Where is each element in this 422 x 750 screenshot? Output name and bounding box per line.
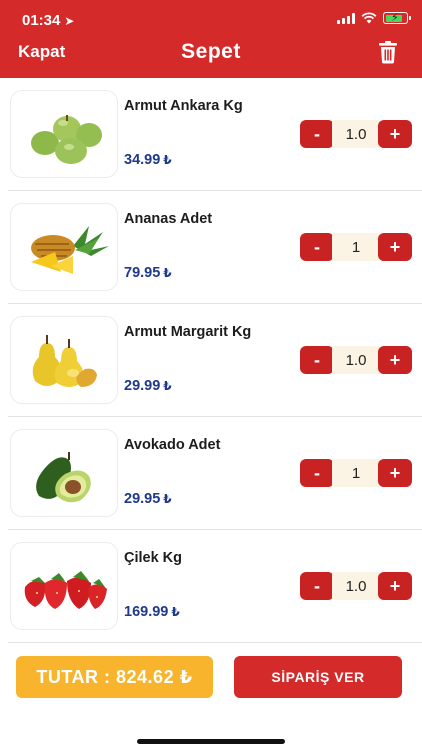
decrease-button[interactable]: - — [300, 459, 334, 487]
quantity-value: 1 — [332, 233, 380, 261]
status-indicators: ⚡ — [337, 12, 411, 24]
cellular-signal-icon — [337, 12, 355, 24]
increase-button[interactable]: + — [378, 459, 412, 487]
product-image-green-pears — [10, 90, 118, 178]
quantity-value: 1 — [332, 459, 380, 487]
increase-button[interactable]: + — [378, 346, 412, 374]
cart-item: Armut Margarit Kg 29.99 ₺ - 1.0 + — [8, 304, 422, 417]
cart-item: Çilek Kg 169.99 ₺ - 1.0 + — [8, 530, 422, 643]
decrease-button[interactable]: - — [300, 346, 334, 374]
quantity-stepper: - 1 + — [300, 459, 412, 487]
increase-button[interactable]: + — [378, 233, 412, 261]
product-name: Ananas Adet — [124, 211, 213, 227]
quantity-stepper: - 1.0 + — [300, 120, 412, 148]
product-name: Avokado Adet — [124, 437, 221, 453]
trash-icon[interactable] — [376, 40, 400, 64]
location-arrow-icon: ➤ — [64, 14, 75, 28]
decrease-button[interactable]: - — [300, 233, 334, 261]
quantity-value: 1.0 — [332, 346, 380, 374]
decrease-button[interactable]: - — [300, 120, 334, 148]
cart-list: Armut Ankara Kg 34.99 ₺ - 1.0 + Ananas A… — [0, 78, 422, 643]
product-image-strawberries — [10, 542, 118, 630]
cart-item: Armut Ankara Kg 34.99 ₺ - 1.0 + — [8, 78, 422, 191]
place-order-button[interactable]: SİPARİŞ VER — [234, 656, 402, 698]
product-name: Armut Ankara Kg — [124, 98, 243, 114]
cart-screen: 01:34 ➤ ⚡ Kapat Sepet Armut Ankara Kg 34… — [0, 0, 422, 750]
product-image-pineapple — [10, 203, 118, 291]
product-name: Çilek Kg — [124, 550, 183, 566]
header-bar: 01:34 ➤ ⚡ Kapat Sepet — [0, 0, 422, 78]
quantity-stepper: - 1 + — [300, 233, 412, 261]
product-name: Armut Margarit Kg — [124, 324, 252, 340]
total-amount: TUTAR : 824.62 ₺ — [16, 656, 213, 698]
quantity-value: 1.0 — [332, 120, 380, 148]
product-price: 169.99 ₺ — [124, 604, 180, 620]
increase-button[interactable]: + — [378, 572, 412, 600]
status-time-text: 01:34 — [22, 12, 61, 29]
home-indicator[interactable] — [137, 739, 285, 744]
quantity-stepper: - 1.0 + — [300, 572, 412, 600]
cart-item: Avokado Adet 29.95 ₺ - 1 + — [8, 417, 422, 530]
status-time: 01:34 ➤ — [22, 12, 74, 29]
battery-icon: ⚡ — [383, 12, 411, 24]
product-price: 79.95 ₺ — [124, 265, 172, 281]
quantity-stepper: - 1.0 + — [300, 346, 412, 374]
product-price: 34.99 ₺ — [124, 152, 172, 168]
wifi-icon — [361, 12, 377, 24]
product-price: 29.95 ₺ — [124, 491, 172, 507]
cart-item: Ananas Adet 79.95 ₺ - 1 + — [8, 191, 422, 304]
quantity-value: 1.0 — [332, 572, 380, 600]
increase-button[interactable]: + — [378, 120, 412, 148]
product-image-avocado — [10, 429, 118, 517]
page-title: Sepet — [181, 40, 241, 63]
decrease-button[interactable]: - — [300, 572, 334, 600]
product-price: 29.99 ₺ — [124, 378, 172, 394]
product-image-yellow-pears — [10, 316, 118, 404]
